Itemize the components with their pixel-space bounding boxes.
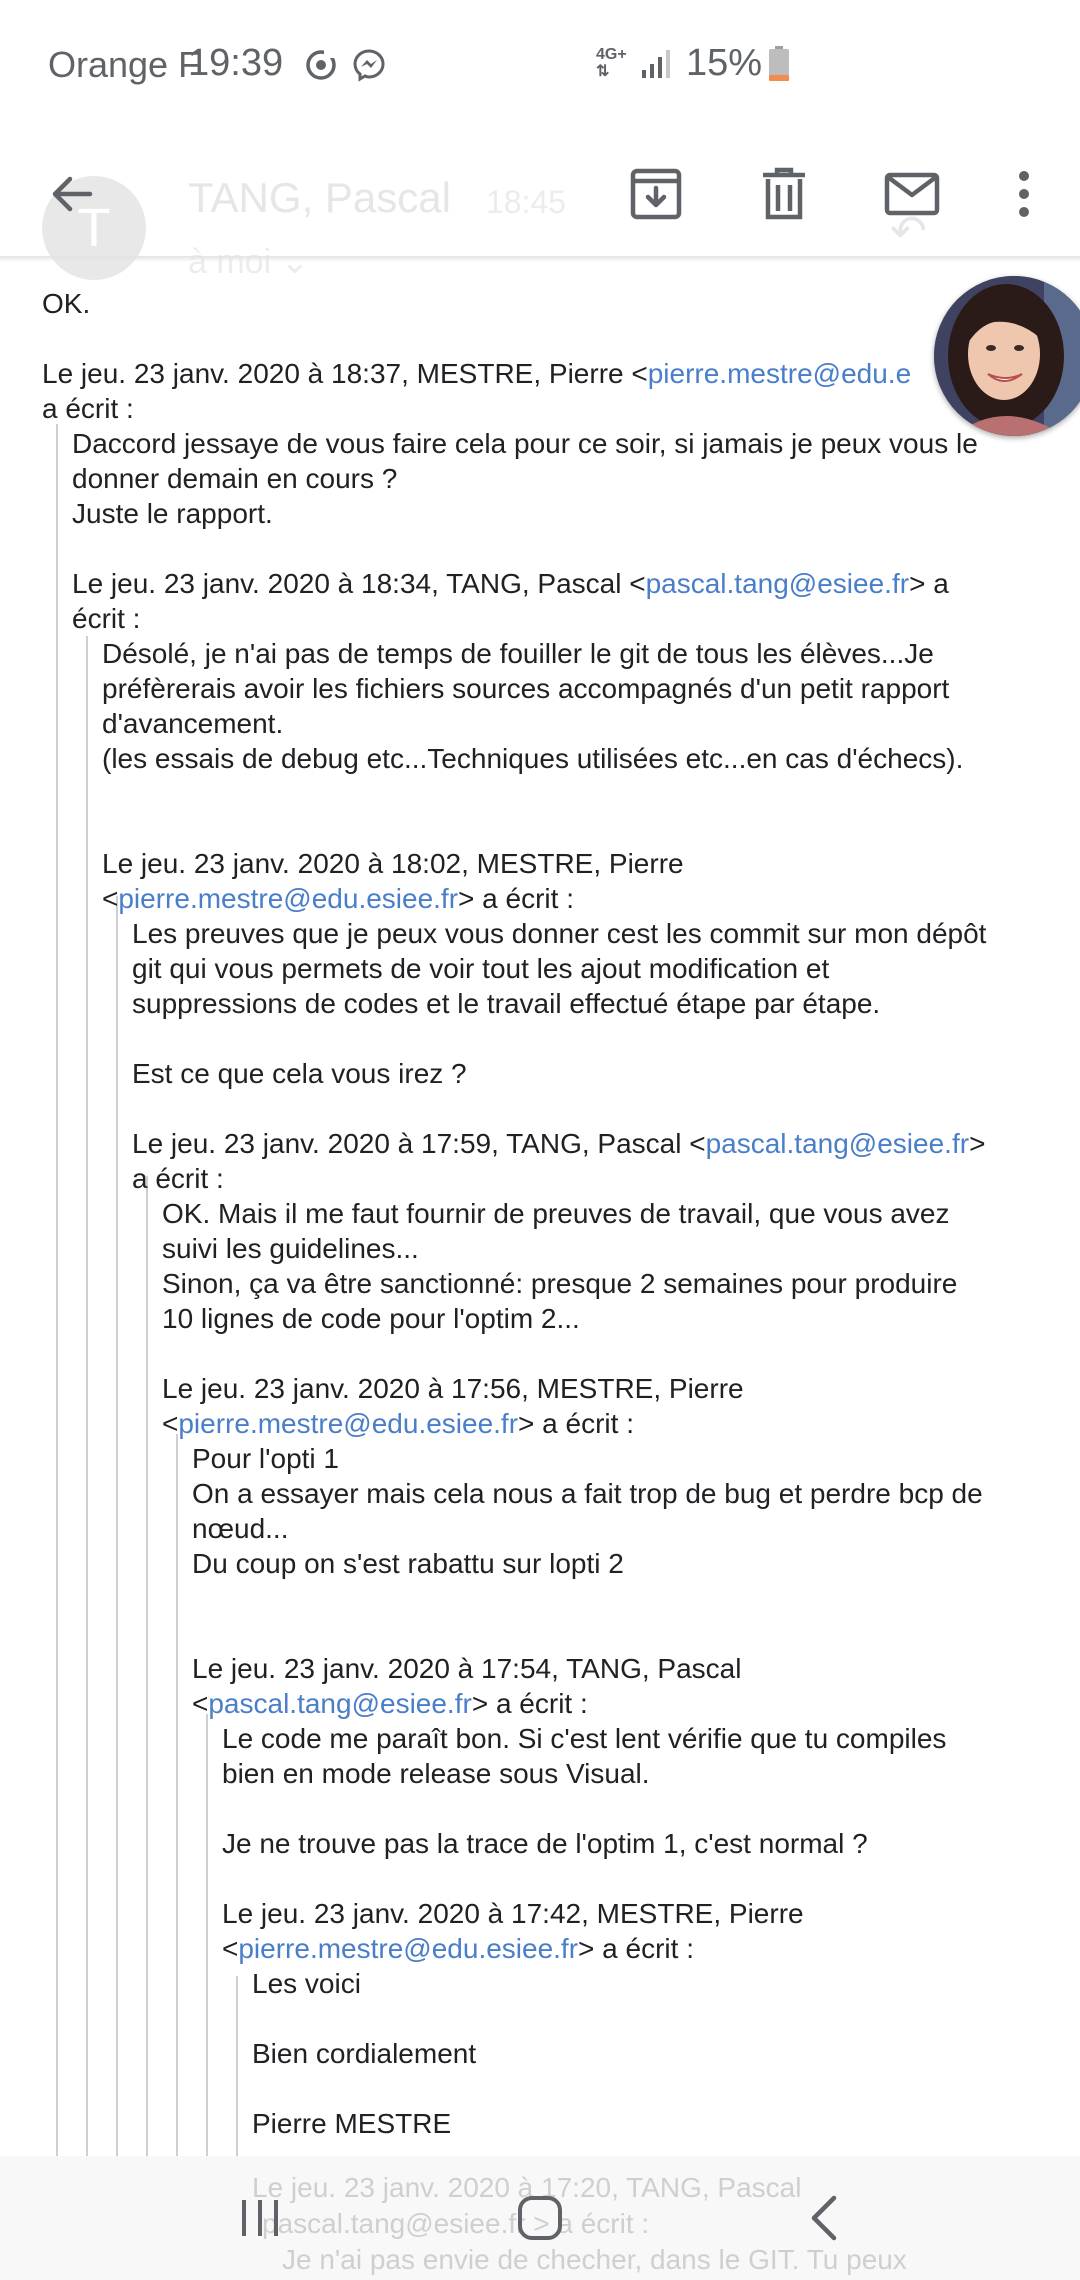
email-line: (les essais de debug etc...Techniques ut… xyxy=(102,743,964,774)
email-line: git qui vous permets de voir tout les aj… xyxy=(132,953,830,984)
nav-back-icon xyxy=(811,2195,837,2241)
email-line: donner demain en cours ? xyxy=(72,463,398,494)
quote-bar xyxy=(176,1434,178,2162)
back-button[interactable] xyxy=(36,158,108,230)
trash-icon xyxy=(763,167,805,220)
sync-icon xyxy=(306,50,336,80)
quote-bar xyxy=(236,1976,238,2162)
home-icon xyxy=(518,2196,562,2240)
email-line: Les voici xyxy=(252,1968,361,1999)
arrow-back-icon xyxy=(52,176,93,212)
email-line: On a essayer mais cela nous a fait trop … xyxy=(192,1478,983,1509)
email-line: OK. xyxy=(42,288,91,319)
quote-bar xyxy=(56,424,58,2162)
email-line: d'avancement. xyxy=(102,708,284,739)
delete-button[interactable] xyxy=(748,158,820,230)
message-body: OK. Le jeu. 23 janv. 2020 à 18:37, MESTR… xyxy=(0,262,1080,2162)
email-line: écrit : xyxy=(72,603,141,634)
quote-header: Le jeu. 23 janv. 2020 à 18:37, MESTRE, P… xyxy=(42,358,912,389)
mail-icon xyxy=(884,172,940,216)
quote-header: Le jeu. 23 janv. 2020 à 17:42, MESTRE, P… xyxy=(222,1898,804,1929)
email-line: Juste le rapport. xyxy=(72,498,273,529)
more-vert-icon xyxy=(1019,171,1029,217)
email-line: Sinon, ça va être sanctionné: presque 2 … xyxy=(162,1268,958,1299)
chat-head-avatar xyxy=(934,276,1080,436)
quote-header: Le jeu. 23 janv. 2020 à 17:54, TANG, Pas… xyxy=(192,1653,742,1684)
archive-button[interactable] xyxy=(620,158,692,230)
recents-button[interactable] xyxy=(220,2184,300,2252)
email-line: Pour l'opti 1 xyxy=(192,1443,339,1474)
quote-bar xyxy=(146,1176,148,2162)
battery-icon xyxy=(769,46,789,81)
quote-header: Le jeu. 23 janv. 2020 à 18:02, MESTRE, P… xyxy=(102,848,684,879)
email-line: suivi les guidelines... xyxy=(162,1233,419,1264)
email-line: Pierre MESTRE xyxy=(252,2108,452,2139)
system-nav-bar: Le jeu. 23 janv. 2020 à 17:20, TANG, Pas… xyxy=(0,2156,1080,2280)
quote-header: Le jeu. 23 janv. 2020 à 17:59, TANG, Pas… xyxy=(132,1128,986,1159)
email-line-faded: pascal.tang@esiee.fr > a écrit : xyxy=(262,2208,650,2239)
recents-icon xyxy=(242,2200,278,2236)
quote-header: <pierre.mestre@edu.esiee.fr> a écrit : xyxy=(102,883,574,914)
email-line: OK. Mais il me faut fournir de preuves d… xyxy=(162,1198,950,1229)
email-line: Désolé, je n'ai pas de temps de fouiller… xyxy=(102,638,934,669)
more-options-button[interactable] xyxy=(988,158,1060,230)
email-link[interactable]: pierre.mestre@edu.esiee.fr xyxy=(178,1408,518,1439)
clock: 19:39 xyxy=(188,42,284,84)
email-line: 10 lignes de code pour l'optim 2... xyxy=(162,1303,580,1334)
archive-icon xyxy=(630,168,682,220)
email-line: Le code me paraît bon. Si c'est lent vér… xyxy=(222,1723,947,1754)
email-line: suppressions de codes et le travail effe… xyxy=(132,988,881,1019)
email-line: nœud... xyxy=(192,1513,289,1544)
mark-unread-button[interactable] xyxy=(876,158,948,230)
email-line: Les preuves que je peux vous donner cest… xyxy=(132,918,987,949)
email-line: Je ne trouve pas la trace de l'optim 1, … xyxy=(222,1828,868,1859)
email-line: Bien cordialement xyxy=(252,2038,477,2069)
message-toolbar xyxy=(0,130,1080,258)
email-line: a écrit : xyxy=(132,1163,224,1194)
quote-header: <pierre.mestre@edu.esiee.fr> a écrit : xyxy=(162,1408,634,1439)
quote-bar xyxy=(206,1714,208,2162)
messenger-icon xyxy=(353,49,385,82)
quote-header: <pierre.mestre@edu.esiee.fr> a écrit : xyxy=(222,1933,694,1964)
email-link[interactable]: pascal.tang@esiee.fr xyxy=(646,568,909,599)
chat-head-bubble[interactable] xyxy=(934,276,1080,436)
email-link[interactable]: pierre.mestre@edu.e xyxy=(648,358,911,389)
email-link[interactable]: pascal.tang@esiee.fr xyxy=(208,1688,471,1719)
email-line: préfèrerais avoir les fichiers sources a… xyxy=(102,673,950,704)
network-type-icon: 4G+ ⇅ xyxy=(596,46,627,80)
email-line: Est ce que cela vous irez ? xyxy=(132,1058,467,1089)
email-link[interactable]: pierre.mestre@edu.esiee.fr xyxy=(118,883,458,914)
home-button[interactable] xyxy=(500,2184,580,2252)
quote-bar xyxy=(116,896,118,2162)
email-line: bien en mode release sous Visual. xyxy=(222,1758,650,1789)
battery-percent: 15% xyxy=(686,42,763,84)
email-line: Du coup on s'est rabattu sur lopti 2 xyxy=(192,1548,624,1579)
email-link[interactable]: pascal.tang@esiee.fr xyxy=(706,1128,969,1159)
email-line: Daccord jessaye de vous faire cela pour … xyxy=(72,428,978,459)
email-link[interactable]: pierre.mestre@edu.esiee.fr xyxy=(238,1933,578,1964)
quote-header: Le jeu. 23 janv. 2020 à 18:34, TANG, Pas… xyxy=(72,568,949,599)
quote-header: <pascal.tang@esiee.fr> a écrit : xyxy=(192,1688,588,1719)
nav-back-button[interactable] xyxy=(784,2184,864,2252)
email-line: a écrit : xyxy=(42,393,134,424)
signal-icon xyxy=(642,50,670,78)
quote-bar xyxy=(86,636,88,2162)
quote-header: Le jeu. 23 janv. 2020 à 17:56, MESTRE, P… xyxy=(162,1373,744,1404)
